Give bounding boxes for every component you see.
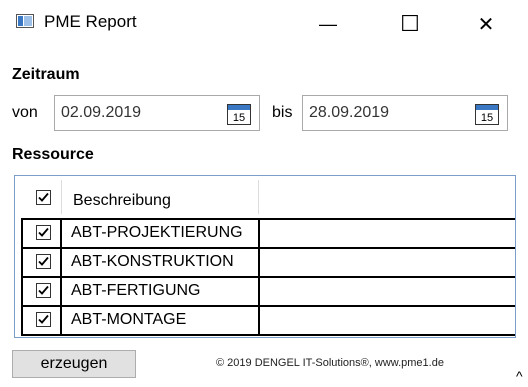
close-icon: ✕	[477, 13, 495, 36]
to-date-picker[interactable]: 28.09.2019 15	[302, 95, 508, 131]
row-divider	[21, 276, 515, 278]
row-checkbox[interactable]	[36, 283, 51, 298]
check-icon	[38, 192, 49, 202]
zeitraum-heading: Zeitraum	[12, 66, 80, 83]
maximize-button[interactable]: ☐	[380, 0, 440, 48]
grid-header-row: Beschreibung	[15, 183, 515, 212]
calendar-icon[interactable]: 15	[227, 103, 251, 125]
row-label: ABT-FERTIGUNG	[71, 282, 201, 299]
check-icon	[38, 314, 49, 324]
select-all-checkbox[interactable]	[36, 190, 51, 205]
svg-text:15: 15	[233, 112, 245, 124]
row-divider	[21, 334, 515, 336]
resource-grid: Beschreibung ABT-PROJEKTIERUNG ABT-KONST…	[14, 175, 516, 338]
header-divider	[61, 180, 62, 214]
row-checkbox[interactable]	[36, 254, 51, 269]
title-bar: PME Report — ☐ ✕	[0, 0, 528, 48]
to-date-value: 28.09.2019	[309, 104, 390, 121]
column-divider	[21, 218, 23, 336]
row-divider	[21, 305, 515, 307]
minimize-button[interactable]: —	[298, 0, 358, 48]
generate-button[interactable]: erzeugen	[12, 350, 136, 378]
svg-text:15: 15	[481, 112, 493, 124]
from-label: von	[12, 104, 38, 121]
column-divider	[60, 218, 62, 336]
app-icon	[16, 14, 34, 28]
row-checkbox[interactable]	[36, 225, 51, 240]
minimize-icon: —	[319, 13, 337, 34]
from-date-picker[interactable]: 02.09.2019 15	[54, 95, 260, 131]
table-row[interactable]: ABT-KONSTRUKTION	[15, 248, 515, 277]
table-row[interactable]: ABT-PROJEKTIERUNG	[15, 219, 515, 248]
row-divider	[21, 218, 515, 220]
caret-icon: ^	[516, 368, 523, 384]
from-date-value: 02.09.2019	[61, 104, 142, 121]
calendar-icon[interactable]: 15	[475, 103, 499, 125]
row-checkbox[interactable]	[36, 312, 51, 327]
check-icon	[38, 285, 49, 295]
row-label: ABT-KONSTRUKTION	[71, 253, 234, 270]
copyright-text: © 2019 DENGEL IT-Solutions®, www.pme1.de	[216, 357, 444, 369]
table-row[interactable]: ABT-FERTIGUNG	[15, 277, 515, 306]
maximize-icon: ☐	[400, 11, 420, 36]
close-button[interactable]: ✕	[456, 0, 516, 48]
table-row[interactable]: ABT-MONTAGE	[15, 306, 515, 335]
row-label: ABT-MONTAGE	[71, 311, 187, 328]
to-label: bis	[272, 104, 293, 121]
header-divider	[258, 180, 259, 214]
ressource-heading: Ressource	[12, 146, 94, 163]
column-header-beschreibung: Beschreibung	[73, 192, 171, 209]
row-divider	[21, 247, 515, 249]
row-label: ABT-PROJEKTIERUNG	[71, 224, 243, 241]
column-divider	[258, 218, 260, 336]
window-title: PME Report	[44, 12, 137, 31]
check-icon	[38, 256, 49, 266]
check-icon	[38, 227, 49, 237]
